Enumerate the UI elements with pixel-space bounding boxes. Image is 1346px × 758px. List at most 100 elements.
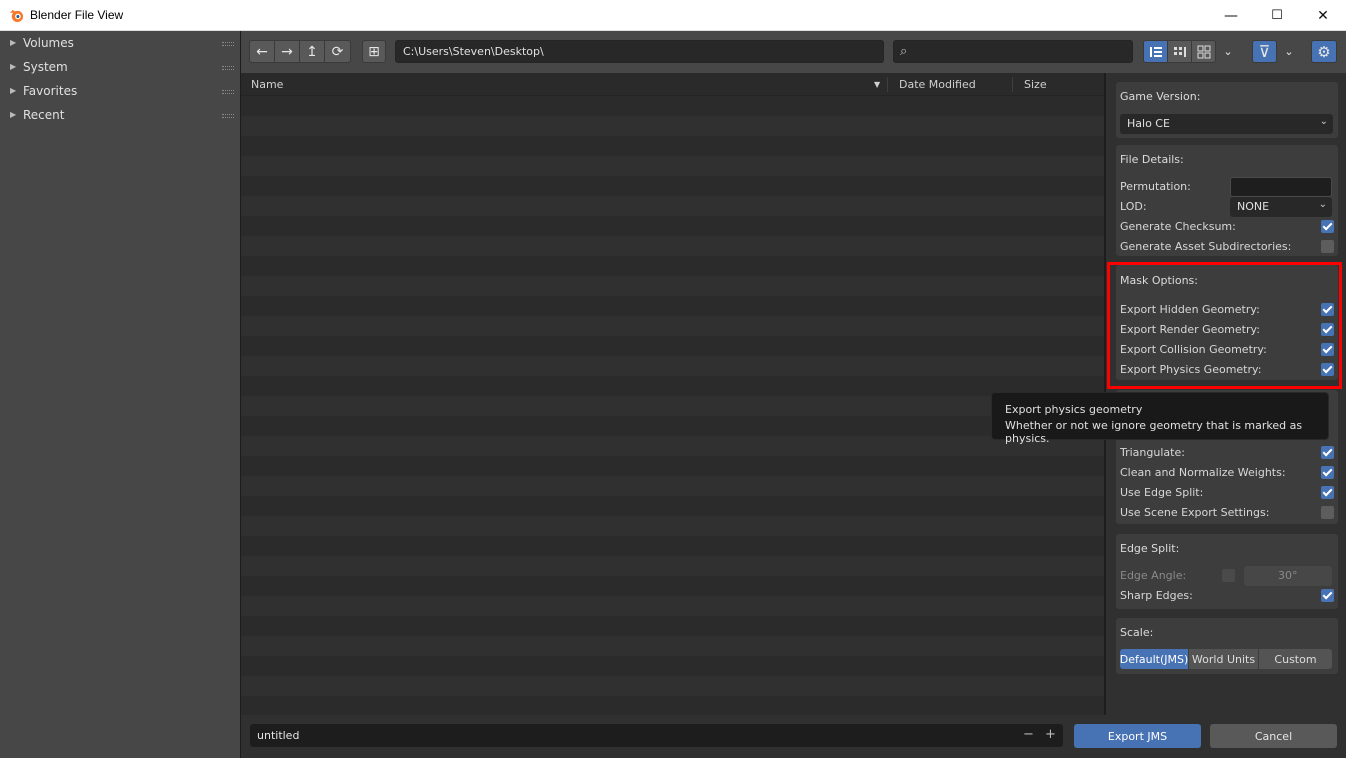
generate-checksum-row: Generate Checksum: bbox=[1120, 218, 1334, 236]
expand-triangle-icon[interactable]: ▶ bbox=[10, 62, 16, 71]
permutation-label: Permutation: bbox=[1120, 180, 1191, 193]
settings-toggle-button[interactable]: ⚙ bbox=[1311, 40, 1337, 63]
scale-option-world-units[interactable]: World Units bbox=[1189, 649, 1258, 669]
sidebar-item-label: Favorites bbox=[23, 84, 78, 98]
file-list-rows[interactable] bbox=[241, 96, 1104, 715]
lod-label: LOD: bbox=[1120, 200, 1147, 213]
clean-weights-row: Clean and Normalize Weights: bbox=[1120, 464, 1334, 482]
cancel-button[interactable]: Cancel bbox=[1210, 724, 1337, 748]
column-separator[interactable] bbox=[887, 77, 888, 92]
search-input[interactable]: ⌕ bbox=[893, 40, 1133, 63]
sidebar-item-recent[interactable]: ▶ Recent bbox=[0, 104, 240, 128]
thumbnail-view-button[interactable] bbox=[1191, 40, 1216, 63]
parent-directory-button[interactable]: ↥ bbox=[299, 40, 325, 63]
drag-grip-icon[interactable] bbox=[222, 90, 234, 94]
maximize-button[interactable]: ☐ bbox=[1254, 0, 1300, 31]
vertical-list-view-button[interactable] bbox=[1143, 40, 1168, 63]
increment-button[interactable]: + bbox=[1045, 727, 1056, 742]
asset-subdirectories-label: Generate Asset Subdirectories: bbox=[1120, 240, 1292, 253]
expand-triangle-icon[interactable]: ▶ bbox=[10, 38, 16, 47]
scale-option-default[interactable]: Default(JMS) bbox=[1120, 649, 1188, 669]
use-edge-split-row: Use Edge Split: bbox=[1120, 484, 1334, 502]
refresh-button[interactable]: ⟳ bbox=[324, 40, 351, 63]
scale-panel: Scale: Default(JMS) World Units Custom bbox=[1116, 618, 1338, 674]
sidebar-item-label: System bbox=[23, 60, 68, 74]
asset-subdirectories-checkbox[interactable] bbox=[1321, 240, 1334, 253]
horizontal-list-view-button[interactable] bbox=[1167, 40, 1192, 63]
filename-input[interactable]: untitled − + bbox=[250, 724, 1063, 747]
sharp-edges-checkbox[interactable] bbox=[1321, 589, 1334, 602]
edge-angle-checkbox[interactable] bbox=[1222, 569, 1235, 582]
clean-weights-label: Clean and Normalize Weights: bbox=[1120, 466, 1286, 479]
expand-triangle-icon[interactable]: ▶ bbox=[10, 86, 16, 95]
drag-grip-icon[interactable] bbox=[222, 42, 234, 46]
scale-option-custom[interactable]: Custom bbox=[1259, 649, 1332, 669]
sidebar-item-label: Recent bbox=[23, 108, 65, 122]
filter-options-dropdown[interactable]: ⌄ bbox=[1277, 40, 1301, 63]
generate-checksum-checkbox[interactable] bbox=[1321, 220, 1334, 233]
column-header-size[interactable]: Size bbox=[1024, 78, 1047, 91]
decrement-button[interactable]: − bbox=[1023, 727, 1034, 742]
columns-view-icon bbox=[1173, 46, 1186, 57]
close-button[interactable]: ✕ bbox=[1300, 0, 1346, 31]
column-header-name[interactable]: Name bbox=[251, 78, 283, 91]
gear-icon: ⚙ bbox=[1317, 42, 1331, 61]
use-edge-split-label: Use Edge Split: bbox=[1120, 486, 1204, 499]
chevron-down-icon: ⌄ bbox=[1319, 116, 1328, 127]
file-details-panel: File Details: Permutation: LOD: NONE ⌄ G… bbox=[1116, 145, 1338, 256]
export-button[interactable]: Export JMS bbox=[1074, 724, 1201, 748]
drag-grip-icon[interactable] bbox=[222, 114, 234, 118]
lod-dropdown[interactable]: NONE ⌄ bbox=[1230, 197, 1332, 217]
tooltip: Export physics geometry Whether or not w… bbox=[991, 392, 1329, 445]
arrow-right-icon: → bbox=[281, 43, 293, 60]
scene-export-settings-checkbox[interactable] bbox=[1321, 506, 1334, 519]
edge-angle-label: Edge Angle: bbox=[1120, 569, 1187, 582]
permutation-input[interactable] bbox=[1230, 177, 1332, 197]
file-toolbar: ← → ↥ ⟳ ⊞ C:\Users\Steven\Desktop\ ⌕ ⌄ ⊽… bbox=[241, 31, 1346, 73]
sidebar-item-system[interactable]: ▶ System bbox=[0, 56, 240, 80]
chevron-down-icon: ⌄ bbox=[1223, 45, 1233, 58]
minimize-button[interactable]: — bbox=[1208, 0, 1254, 31]
edge-angle-value: 30° bbox=[1278, 569, 1298, 582]
forward-button[interactable]: → bbox=[274, 40, 300, 63]
sidebar: ▶ Volumes ▶ System ▶ Favorites ▶ Recent bbox=[0, 31, 240, 758]
view-options-dropdown[interactable]: ⌄ bbox=[1216, 40, 1240, 63]
sidebar-item-volumes[interactable]: ▶ Volumes bbox=[0, 32, 240, 56]
back-button[interactable]: ← bbox=[249, 40, 275, 63]
new-folder-button[interactable]: ⊞ bbox=[362, 40, 386, 63]
tooltip-description: Whether or not we ignore geometry that i… bbox=[1005, 419, 1303, 445]
bottom-bar: untitled − + Export JMS Cancel bbox=[241, 715, 1346, 758]
chevron-down-icon: ⌄ bbox=[1318, 199, 1327, 210]
clean-weights-checkbox[interactable] bbox=[1321, 466, 1334, 479]
game-version-dropdown[interactable]: Halo CE ⌄ bbox=[1120, 114, 1333, 134]
drag-grip-icon[interactable] bbox=[222, 66, 234, 70]
game-version-panel: Game Version: Halo CE ⌄ bbox=[1116, 82, 1338, 138]
sharp-edges-row: Sharp Edges: bbox=[1120, 587, 1334, 605]
sort-descending-icon[interactable]: ▼ bbox=[874, 80, 880, 89]
lod-value: NONE bbox=[1237, 200, 1270, 213]
scale-title: Scale: bbox=[1120, 626, 1154, 639]
blender-logo-icon bbox=[9, 9, 24, 23]
arrow-up-icon: ↥ bbox=[306, 43, 318, 60]
grid-view-icon bbox=[1197, 45, 1210, 58]
chevron-down-icon: ⌄ bbox=[1284, 45, 1294, 58]
filter-toggle-button[interactable]: ⊽ bbox=[1252, 40, 1277, 63]
expand-triangle-icon[interactable]: ▶ bbox=[10, 110, 16, 119]
list-view-icon bbox=[1149, 46, 1162, 57]
edge-split-title: Edge Split: bbox=[1120, 542, 1180, 555]
file-list-header: Name ▼ Date Modified Size bbox=[241, 73, 1104, 96]
game-version-title: Game Version: bbox=[1120, 90, 1201, 103]
window-title: Blender File View bbox=[30, 8, 124, 22]
triangulate-checkbox[interactable] bbox=[1321, 446, 1334, 459]
path-input[interactable]: C:\Users\Steven\Desktop\ bbox=[395, 40, 884, 63]
game-version-value: Halo CE bbox=[1127, 117, 1170, 130]
arrow-left-icon: ← bbox=[256, 43, 268, 60]
scale-segmented-control: Default(JMS) World Units Custom bbox=[1120, 649, 1332, 669]
column-header-date-modified[interactable]: Date Modified bbox=[899, 78, 976, 91]
column-separator[interactable] bbox=[1012, 77, 1013, 92]
edge-angle-field[interactable]: 30° bbox=[1244, 566, 1332, 586]
edge-split-panel: Edge Split: Edge Angle: 30° Sharp Edges: bbox=[1116, 534, 1338, 609]
sidebar-item-favorites[interactable]: ▶ Favorites bbox=[0, 80, 240, 104]
use-edge-split-checkbox[interactable] bbox=[1321, 486, 1334, 499]
file-list[interactable]: Name ▼ Date Modified Size bbox=[241, 73, 1104, 715]
